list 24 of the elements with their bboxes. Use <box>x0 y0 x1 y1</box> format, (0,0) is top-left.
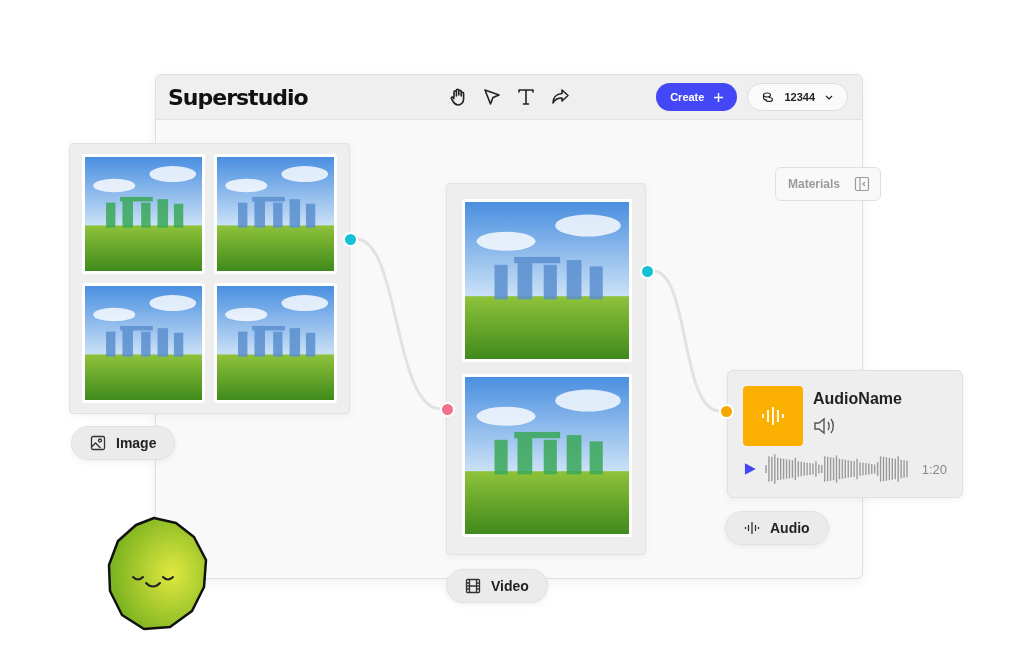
audio-name: AudioName <box>813 390 902 408</box>
audio-node-button[interactable]: Audio <box>725 511 829 545</box>
text-icon[interactable] <box>516 87 536 107</box>
panel-toggle-icon <box>854 176 871 192</box>
duration-text: 1:20 <box>921 461 947 477</box>
plus-icon <box>714 92 724 102</box>
create-button[interactable]: Create <box>656 83 738 111</box>
play-icon[interactable] <box>743 462 757 476</box>
image-node-card[interactable] <box>69 143 350 414</box>
share-icon[interactable] <box>550 87 570 107</box>
credits-button[interactable]: 12344 <box>747 83 848 111</box>
waveform-icon <box>761 404 785 428</box>
speaker-icon[interactable] <box>813 416 837 436</box>
logo: Superstudio <box>168 84 309 110</box>
waveform-icon <box>744 520 760 536</box>
image-icon <box>90 435 106 451</box>
video-node-card[interactable] <box>446 183 646 555</box>
pointer-icon[interactable] <box>482 87 502 107</box>
audio-node-card[interactable]: AudioName 1:20 <box>727 370 963 498</box>
video-node-button[interactable]: Video <box>446 569 548 603</box>
chevron-down-icon <box>825 94 833 100</box>
image-node-button[interactable]: Image <box>71 426 176 460</box>
film-icon <box>465 578 481 594</box>
coins-icon <box>762 91 775 103</box>
